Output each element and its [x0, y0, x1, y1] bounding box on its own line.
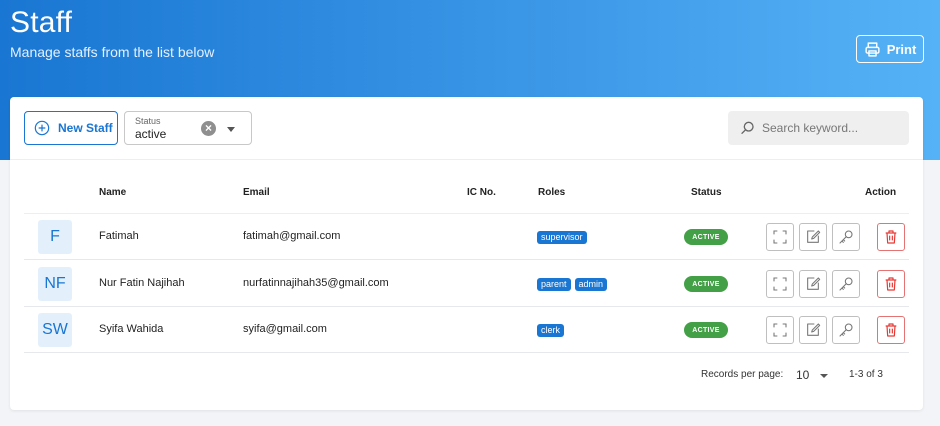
print-label: Print: [886, 41, 917, 57]
status-badge: ACTIVE: [684, 276, 728, 292]
view-button[interactable]: [766, 316, 794, 344]
column-header-action: Action: [865, 187, 897, 198]
chevron-down-icon[interactable]: [227, 127, 235, 132]
staff-card: New Staff Status active × Name Email IC …: [10, 97, 923, 410]
expand-icon: [773, 323, 787, 337]
table-row[interactable]: SW Syifa Wahida syifa@gmail.com clerk AC…: [24, 307, 909, 353]
page-subtitle: Manage staffs from the list below: [10, 44, 215, 60]
new-staff-button[interactable]: New Staff: [24, 111, 118, 145]
edit-button[interactable]: [799, 223, 827, 251]
delete-button[interactable]: [877, 270, 905, 298]
column-header-status[interactable]: Status: [691, 187, 722, 198]
pagination-range: 1-3 of 3: [849, 369, 883, 380]
avatar: NF: [38, 267, 72, 301]
column-header-roles[interactable]: Roles: [538, 187, 565, 198]
column-header-email[interactable]: Email: [243, 187, 270, 198]
print-icon: [865, 41, 880, 57]
role-chip: supervisor: [537, 231, 587, 244]
reset-password-button[interactable]: [832, 223, 860, 251]
trash-icon: [885, 230, 897, 244]
staff-email: syifa@gmail.com: [243, 323, 327, 335]
records-per-page-select[interactable]: 10: [796, 368, 809, 382]
key-icon: [839, 323, 853, 337]
delete-button[interactable]: [877, 223, 905, 251]
role-list: parent admin: [537, 278, 608, 291]
new-staff-label: New Staff: [58, 121, 113, 135]
staff-name: Syifa Wahida: [99, 323, 164, 335]
role-chip: clerk: [537, 324, 565, 337]
status-filter-value: active: [135, 127, 167, 141]
role-list: clerk: [537, 324, 565, 337]
expand-icon: [773, 230, 787, 244]
status-badge: ACTIVE: [684, 229, 728, 245]
role-chip: parent: [537, 278, 571, 291]
staff-email: fatimah@gmail.com: [243, 230, 341, 242]
edit-button[interactable]: [799, 270, 827, 298]
avatar: F: [38, 220, 72, 254]
trash-icon: [885, 323, 897, 337]
staff-email: nurfatinnajihah35@gmail.com: [243, 277, 389, 289]
search-icon: [741, 121, 754, 134]
search-input[interactable]: [762, 117, 902, 139]
column-header-name[interactable]: Name: [99, 187, 126, 198]
view-button[interactable]: [766, 270, 794, 298]
toolbar-divider: [10, 159, 923, 160]
key-icon: [839, 277, 853, 291]
expand-icon: [773, 277, 787, 291]
table-row[interactable]: F Fatimah fatimah@gmail.com supervisor A…: [24, 214, 909, 260]
plus-circle-icon: [34, 120, 50, 136]
avatar: SW: [38, 313, 72, 347]
records-per-page-label: Records per page:: [701, 369, 784, 380]
page-title: Staff: [10, 6, 73, 39]
edit-icon: [807, 277, 821, 290]
role-chip: admin: [574, 278, 608, 291]
column-header-ic[interactable]: IC No.: [467, 187, 496, 198]
print-button[interactable]: Print: [856, 35, 924, 63]
staff-name: Fatimah: [99, 230, 139, 242]
key-icon: [839, 230, 853, 244]
status-badge: ACTIVE: [684, 322, 728, 338]
trash-icon: [885, 277, 897, 291]
role-list: supervisor: [537, 231, 587, 244]
chevron-down-icon[interactable]: [820, 374, 828, 378]
search-box[interactable]: [728, 111, 909, 145]
delete-button[interactable]: [877, 316, 905, 344]
status-filter-label: Status: [135, 116, 161, 126]
clear-icon[interactable]: ×: [201, 121, 216, 136]
reset-password-button[interactable]: [832, 270, 860, 298]
edit-icon: [807, 323, 821, 336]
table-row[interactable]: NF Nur Fatin Najihah nurfatinnajihah35@g…: [24, 261, 909, 307]
view-button[interactable]: [766, 223, 794, 251]
edit-button[interactable]: [799, 316, 827, 344]
edit-icon: [807, 230, 821, 243]
status-filter-select[interactable]: Status active ×: [124, 111, 252, 145]
staff-name: Nur Fatin Najihah: [99, 277, 185, 289]
reset-password-button[interactable]: [832, 316, 860, 344]
